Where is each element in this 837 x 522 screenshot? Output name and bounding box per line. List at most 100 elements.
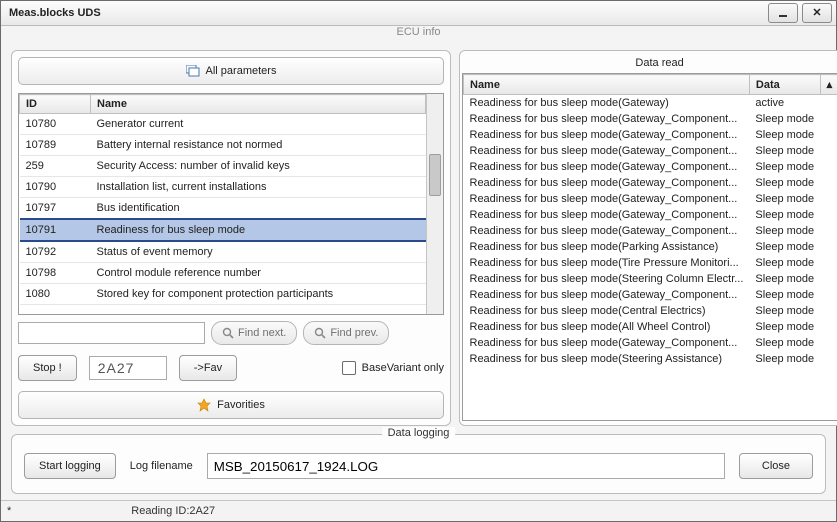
col-data-r[interactable]: Data	[749, 75, 820, 95]
table-row[interactable]: Readiness for bus sleep mode(Gateway_Com…	[464, 127, 837, 143]
close-dialog-button[interactable]: Close	[739, 453, 813, 479]
cell-name: Installation list, current installations	[91, 177, 426, 198]
all-parameters-button[interactable]: All parameters	[18, 57, 444, 85]
table-row[interactable]: Readiness for bus sleep mode(Gateway_Com…	[464, 335, 837, 351]
table-row[interactable]: Readiness for bus sleep mode(Steering As…	[464, 351, 837, 367]
cell-name: Battery internal resistance not normed	[91, 135, 426, 156]
to-fav-button[interactable]: ->Fav	[179, 355, 237, 381]
data-read-table[interactable]: Name Data ▴ Readiness for bus sleep mode…	[463, 74, 837, 420]
cell-name: Readiness for bus sleep mode(Gateway_Com…	[464, 143, 750, 159]
cell-id: 1080	[20, 284, 91, 305]
table-row[interactable]: Readiness for bus sleep mode(Gateway_Com…	[464, 287, 837, 303]
cell-data: Sleep mode	[749, 127, 820, 143]
cell-name: Readiness for bus sleep mode(Parking Ass…	[464, 239, 750, 255]
table-row[interactable]: Readiness for bus sleep mode(All Wheel C…	[464, 319, 837, 335]
table-row[interactable]: Readiness for bus sleep mode(Gateway)act…	[464, 95, 837, 112]
window-title: Meas.blocks UDS	[5, 7, 101, 19]
find-next-button[interactable]: Find next.	[211, 321, 297, 345]
table-row[interactable]: 10792Status of event memory	[20, 241, 426, 263]
all-parameters-label: All parameters	[206, 65, 277, 77]
cell-name: Readiness for bus sleep mode(Gateway_Com…	[464, 159, 750, 175]
col-name[interactable]: Name	[91, 95, 426, 114]
cell-data: Sleep mode	[749, 207, 820, 223]
cell-name: Readiness for bus sleep mode(Gateway_Com…	[464, 127, 750, 143]
search-input[interactable]	[18, 322, 205, 344]
table-row[interactable]: 10790Installation list, current installa…	[20, 177, 426, 198]
col-name-r[interactable]: Name	[464, 75, 750, 95]
cell-data: Sleep mode	[749, 159, 820, 175]
col-scroll-head[interactable]: ▴	[820, 75, 837, 95]
table-row[interactable]: Readiness for bus sleep mode(Gateway_Com…	[464, 159, 837, 175]
cell-data: Sleep mode	[749, 175, 820, 191]
cell-data: Sleep mode	[749, 271, 820, 287]
cell-data: Sleep mode	[749, 303, 820, 319]
cell-name: Security Access: number of invalid keys	[91, 156, 426, 177]
star-icon	[197, 398, 211, 412]
table-row[interactable]: 10789Battery internal resistance not nor…	[20, 135, 426, 156]
cell-data: Sleep mode	[749, 239, 820, 255]
stop-button[interactable]: Stop !	[18, 355, 77, 381]
find-prev-button[interactable]: Find prev.	[303, 321, 389, 345]
cell-id: 10791	[20, 219, 91, 241]
cell-name: Bus identification	[91, 198, 426, 220]
table-row[interactable]: Readiness for bus sleep mode(Tire Pressu…	[464, 255, 837, 271]
search-icon	[314, 327, 326, 339]
cell-name: Readiness for bus sleep mode(Tire Pressu…	[464, 255, 750, 271]
cell-id: 10798	[20, 263, 91, 284]
titlebar: Meas.blocks UDS ✕	[1, 1, 836, 26]
data-read-panel: Data read Name Data ▴ Readiness for bus …	[459, 50, 837, 426]
cell-name: Readiness for bus sleep mode(Steering As…	[464, 351, 750, 367]
cell-id: 10792	[20, 241, 91, 263]
table-row[interactable]: Readiness for bus sleep mode(Gateway_Com…	[464, 191, 837, 207]
cell-name: Readiness for bus sleep mode(All Wheel C…	[464, 319, 750, 335]
table-row[interactable]: Readiness for bus sleep mode(Gateway_Com…	[464, 207, 837, 223]
cell-data: Sleep mode	[749, 223, 820, 239]
cell-name: Readiness for bus sleep mode(Central Ele…	[464, 303, 750, 319]
table-row[interactable]: 10798Control module reference number	[20, 263, 426, 284]
log-filename-input[interactable]	[207, 453, 725, 479]
table-row[interactable]: Readiness for bus sleep mode(Gateway_Com…	[464, 111, 837, 127]
table-row[interactable]: Readiness for bus sleep mode(Parking Ass…	[464, 239, 837, 255]
table-row[interactable]: 259Security Access: number of invalid ke…	[20, 156, 426, 177]
table-row[interactable]: 10797Bus identification	[20, 198, 426, 220]
parameters-table[interactable]: ID Name 10780Generator current10789Batte…	[19, 94, 426, 314]
table-row[interactable]: Readiness for bus sleep mode(Gateway_Com…	[464, 143, 837, 159]
cell-name: Readiness for bus sleep mode(Gateway_Com…	[464, 207, 750, 223]
table-row[interactable]: Readiness for bus sleep mode(Gateway_Com…	[464, 175, 837, 191]
table-row[interactable]: Readiness for bus sleep mode(Central Ele…	[464, 303, 837, 319]
cell-id: 10790	[20, 177, 91, 198]
parameters-panel: All parameters ID Name 10780Generator cu…	[11, 50, 451, 426]
table-row[interactable]: Readiness for bus sleep mode(Steering Co…	[464, 271, 837, 287]
minimize-button[interactable]	[768, 3, 798, 23]
data-logging-panel: Data logging Start logging Log filename …	[11, 434, 826, 494]
col-id[interactable]: ID	[20, 95, 91, 114]
basevariant-checkbox[interactable]: BaseVariant only	[342, 361, 444, 375]
cell-name: Readiness for bus sleep mode(Gateway_Com…	[464, 111, 750, 127]
cell-name: Readiness for bus sleep mode(Gateway_Com…	[464, 175, 750, 191]
close-button[interactable]: ✕	[802, 3, 832, 23]
table-row[interactable]: 10780Generator current	[20, 114, 426, 135]
cell-id: 10789	[20, 135, 91, 156]
cell-name: Readiness for bus sleep mode(Steering Co…	[464, 271, 750, 287]
cell-name: Readiness for bus sleep mode(Gateway_Com…	[464, 223, 750, 239]
table-row[interactable]: 1080Stored key for component protection …	[20, 284, 426, 305]
log-filename-label: Log filename	[130, 460, 193, 472]
cell-id: 259	[20, 156, 91, 177]
start-logging-button[interactable]: Start logging	[24, 453, 116, 479]
cell-name: Control module reference number	[91, 263, 426, 284]
cell-id: 10797	[20, 198, 91, 220]
table-row[interactable]: 10791Readiness for bus sleep mode	[20, 219, 426, 241]
parameters-scrollbar[interactable]	[426, 94, 443, 314]
favorites-button[interactable]: Favorities	[18, 391, 444, 419]
status-bar: * Reading ID:2A27	[1, 500, 836, 521]
cell-data: Sleep mode	[749, 255, 820, 271]
data-logging-title: Data logging	[382, 427, 456, 439]
cell-data: Sleep mode	[749, 111, 820, 127]
cell-name: Readiness for bus sleep mode	[91, 219, 426, 241]
status-text: Reading ID:2A27	[131, 505, 215, 517]
status-indicator: *	[7, 505, 11, 517]
list-icon	[186, 65, 200, 77]
window-subtitle: ECU info	[1, 26, 836, 44]
cell-name: Generator current	[91, 114, 426, 135]
table-row[interactable]: Readiness for bus sleep mode(Gateway_Com…	[464, 223, 837, 239]
